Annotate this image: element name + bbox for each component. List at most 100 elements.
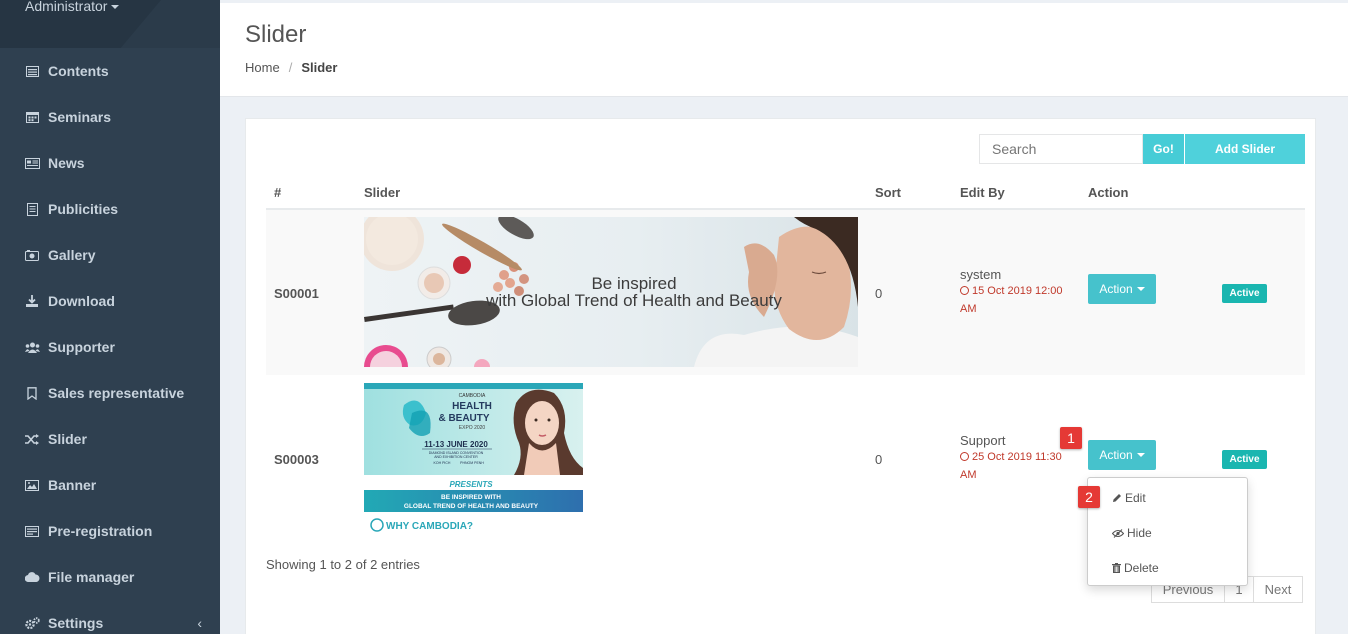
sidebar-item-gallery[interactable]: Gallery	[0, 232, 220, 278]
eye-slash-icon	[1112, 528, 1124, 538]
sidebar-item-label: Gallery	[48, 247, 96, 263]
caret-down-icon	[1136, 287, 1145, 291]
user-menu[interactable]: Administrator	[25, 0, 120, 14]
sidebar-item-label: Download	[48, 293, 115, 309]
cogs-icon	[24, 616, 40, 630]
slider-image-cambodia-expo: CAMBODIA HEALTH & BEAUTY EXPO 2020 11-13…	[364, 383, 583, 533]
sidebar-item-settings[interactable]: Settings ‹	[0, 600, 220, 634]
dropdown-item-hide[interactable]: Hide	[1112, 526, 1152, 540]
editor-name: Support	[960, 433, 1006, 448]
sidebar-item-banner[interactable]: Banner	[0, 462, 220, 508]
dropdown-item-delete[interactable]: Delete	[1112, 561, 1159, 575]
clock-icon	[960, 286, 969, 295]
page-title: Slider	[245, 21, 307, 48]
add-slider-button[interactable]: Add Slider	[1185, 134, 1305, 164]
banner-date: 11-13 JUNE 2020	[424, 440, 488, 449]
pagination-next[interactable]: Next	[1253, 576, 1303, 603]
sidebar-item-download[interactable]: Download	[0, 278, 220, 324]
users-icon	[24, 342, 40, 353]
edit-date-line-2: AM	[960, 303, 977, 315]
sidebar-item-label: Banner	[48, 477, 97, 493]
breadcrumb: Home / Slider	[245, 60, 337, 75]
camera-icon	[24, 249, 40, 261]
search-input[interactable]	[979, 134, 1143, 164]
banner-city-1: KOH PICH	[434, 461, 451, 465]
sidebar-item-label: Slider	[48, 431, 87, 447]
slider-text-line-2: with Global Trend of Health and Beauty	[485, 291, 782, 310]
slider-image-artwork: CAMBODIA HEALTH & BEAUTY EXPO 2020 11-13…	[364, 383, 583, 533]
action-button-label: Action	[1099, 282, 1133, 296]
clock-icon	[960, 452, 969, 461]
action-dropdown-button[interactable]: Action	[1088, 274, 1156, 304]
table-row: S00001 Be inspired with Global Trend of …	[266, 210, 1305, 375]
sidebar: Administrator Contents Seminars News Pub…	[0, 0, 220, 634]
slider-code: S00001	[274, 286, 319, 301]
edit-by-cell: Support 25 Oct 2019 11:30 AM	[960, 433, 1075, 484]
sidebar-item-publicities[interactable]: Publicities	[0, 186, 220, 232]
sidebar-item-supporter[interactable]: Supporter	[0, 324, 220, 370]
sort-value: 0	[875, 452, 883, 467]
sidebar-item-sales-representative[interactable]: Sales representative	[0, 370, 220, 416]
edit-by-cell: system 15 Oct 2019 12:00 AM	[960, 267, 1075, 318]
slider-image-artwork: Be inspired with Global Trend of Health …	[364, 217, 858, 367]
column-header-edit-by: Edit By	[960, 185, 1005, 200]
sidebar-item-file-manager[interactable]: File manager	[0, 554, 220, 600]
file-icon	[24, 202, 40, 216]
status-badge[interactable]: Active	[1222, 450, 1267, 469]
sidebar-item-slider[interactable]: Slider	[0, 416, 220, 462]
user-panel: Administrator	[0, 0, 220, 48]
sidebar-item-label: Seminars	[48, 109, 112, 125]
banner-city-2: PHNOM PENH	[460, 461, 484, 465]
banner-small-text: CAMBODIA	[459, 393, 486, 399]
trash-icon	[1112, 563, 1121, 573]
editor-name: system	[960, 267, 1002, 282]
bookmark-icon	[24, 386, 40, 400]
edit-date: 15 Oct 2019 12:00 AM	[960, 282, 1075, 318]
column-header-action: Action	[1088, 185, 1129, 200]
sidebar-menu: Contents Seminars News Publicities Galle…	[0, 48, 220, 634]
banner-venue-line-2: AND EXHIBITION CENTER	[434, 455, 478, 459]
table-info: Showing 1 to 2 of 2 entries	[266, 557, 420, 572]
slider-image-health-beauty: Be inspired with Global Trend of Health …	[364, 217, 858, 367]
download-icon	[24, 295, 40, 307]
user-panel-decoration	[102, 0, 220, 48]
search-go-button[interactable]: Go!	[1143, 134, 1184, 164]
sidebar-item-contents[interactable]: Contents	[0, 48, 220, 94]
caret-down-icon	[1136, 453, 1145, 457]
sidebar-item-label: Supporter	[48, 339, 115, 355]
sidebar-item-label: Sales representative	[48, 385, 185, 401]
dropdown-item-edit[interactable]: Edit	[1112, 491, 1146, 505]
dropdown-item-label: Hide	[1127, 526, 1152, 540]
edit-date-line-1: 15 Oct 2019 12:00	[972, 285, 1063, 297]
search-group: Go!	[979, 134, 1184, 164]
sidebar-item-label: Pre-registration	[48, 523, 153, 539]
edit-date: 25 Oct 2019 11:30 AM	[960, 448, 1075, 484]
status-badge[interactable]: Active	[1222, 284, 1267, 303]
banner-line-2: GLOBAL TREND OF HEALTH AND BEAUTY	[404, 503, 539, 510]
column-header-slider: Slider	[364, 185, 401, 200]
breadcrumb-separator: /	[288, 60, 293, 75]
banner-why: WHY CAMBODIA?	[386, 521, 473, 532]
shuffle-icon	[24, 433, 40, 445]
image-icon	[24, 479, 40, 491]
dropdown-item-label: Edit	[1125, 491, 1146, 505]
pencil-icon	[1112, 493, 1122, 503]
newspaper-icon	[24, 157, 40, 169]
sidebar-item-pre-registration[interactable]: Pre-registration	[0, 508, 220, 554]
breadcrumb-home-link[interactable]: Home	[245, 60, 280, 75]
banner-title-line-1: HEALTH	[452, 401, 492, 412]
list-icon	[24, 65, 40, 77]
column-header-number: #	[274, 185, 282, 200]
calendar-icon	[24, 111, 40, 123]
sidebar-item-label: File manager	[48, 569, 135, 585]
edit-date-line-2: AM	[960, 469, 977, 481]
column-header-sort: Sort	[875, 185, 901, 200]
sidebar-item-news[interactable]: News	[0, 140, 220, 186]
sidebar-item-seminars[interactable]: Seminars	[0, 94, 220, 140]
cloud-icon	[24, 572, 40, 582]
banner-title-line-2: & BEAUTY	[438, 413, 489, 424]
action-dropdown-button[interactable]: Action	[1088, 440, 1156, 470]
banner-presents: PRESENTS	[449, 480, 493, 489]
main-content: Slider Home / Slider Go! Add Slider # Slid…	[220, 0, 1348, 634]
collapse-arrow-icon[interactable]: ‹	[197, 615, 202, 631]
